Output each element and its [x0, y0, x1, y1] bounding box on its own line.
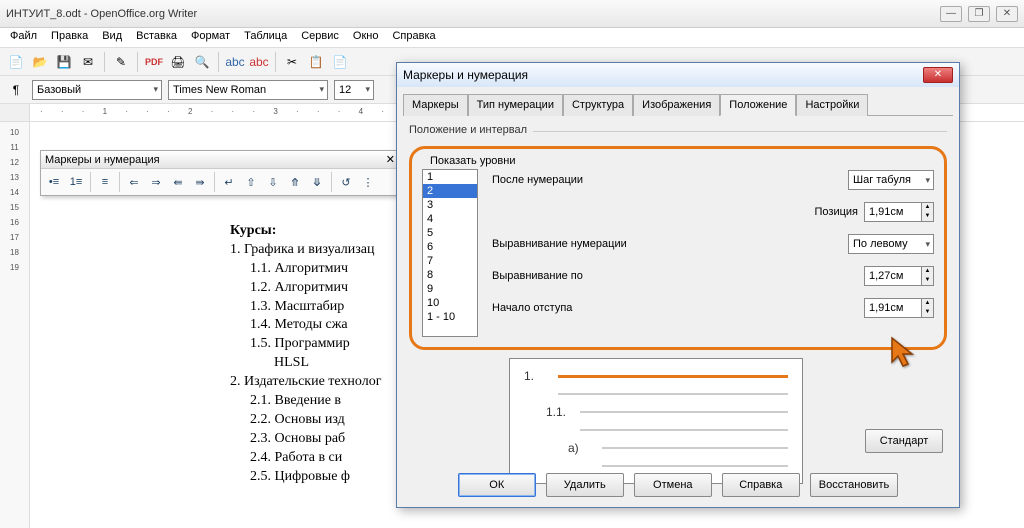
restore-button[interactable]: Восстановить [810, 473, 898, 497]
dialog-title: Маркеры и нумерация [403, 68, 923, 82]
nonum-icon[interactable]: ≡ [95, 172, 115, 192]
help-button[interactable]: Справка [722, 473, 800, 497]
menu-bar: Файл Правка Вид Вставка Формат Таблица С… [0, 28, 1024, 48]
tab-outline[interactable]: Структура [563, 94, 633, 116]
spin-up-icon[interactable]: ▲ [922, 267, 933, 276]
standard-button[interactable]: Стандарт [865, 429, 943, 453]
pdf-icon[interactable]: PDF [144, 52, 164, 72]
menu-tools[interactable]: Сервис [301, 30, 339, 45]
menu-insert[interactable]: Вставка [136, 30, 177, 45]
levels-label: Показать уровни [430, 155, 934, 167]
spin-up-icon[interactable]: ▲ [922, 203, 933, 212]
highlight-annotation: Показать уровни 1 2 3 4 5 6 7 8 9 10 1 -… [409, 146, 947, 350]
tab-bullets[interactable]: Маркеры [403, 94, 468, 116]
tab-numbering-type[interactable]: Тип нумерации [468, 94, 563, 116]
menu-window[interactable]: Окно [353, 30, 379, 45]
delete-button[interactable]: Удалить [546, 473, 624, 497]
edit-icon[interactable]: ✎ [111, 52, 131, 72]
maximize-button[interactable]: ❐ [968, 6, 990, 22]
move-down-icon[interactable]: ⇩ [263, 172, 283, 192]
tab-options[interactable]: Настройки [796, 94, 868, 116]
dialog-titlebar[interactable]: Маркеры и нумерация ✕ [397, 63, 959, 87]
menu-view[interactable]: Вид [102, 30, 122, 45]
sub-move-down-icon[interactable]: ⤋ [307, 172, 327, 192]
floating-list-toolbar[interactable]: Маркеры и нумерация ✕ •≡ 1≡ ≡ ⇐ ⇒ ⇚ ⇛ ↵ … [40, 150, 400, 196]
copy-icon[interactable]: 📋 [306, 52, 326, 72]
sub-arrow-left-icon[interactable]: ⇚ [168, 172, 188, 192]
mail-icon[interactable]: ✉ [78, 52, 98, 72]
spellcheck-icon[interactable]: abc [225, 52, 245, 72]
floating-toolbar-title: Маркеры и нумерация [45, 154, 386, 166]
spin-down-icon[interactable]: ▼ [922, 308, 933, 317]
spin-down-icon[interactable]: ▼ [922, 212, 933, 221]
levels-listbox[interactable]: 1 2 3 4 5 6 7 8 9 10 1 - 10 [422, 169, 478, 337]
spin-up-icon[interactable]: ▲ [922, 299, 933, 308]
styles-icon[interactable]: ¶ [6, 80, 26, 100]
bullets-dialog-icon[interactable]: ⋮ [358, 172, 378, 192]
cut-icon[interactable]: ✂ [282, 52, 302, 72]
close-button[interactable]: ✕ [996, 6, 1018, 22]
menu-table[interactable]: Таблица [244, 30, 287, 45]
menu-help[interactable]: Справка [392, 30, 435, 45]
document-text[interactable]: Курсы: 1. Графика и визуализац 1.1. Алго… [230, 222, 381, 486]
insert-unnum-icon[interactable]: ↵ [219, 172, 239, 192]
save-icon[interactable]: 💾 [54, 52, 74, 72]
dialog-close-button[interactable]: ✕ [923, 67, 953, 83]
minimize-button[interactable]: — [940, 6, 962, 22]
autospell-icon[interactable]: abc [249, 52, 269, 72]
indent-at-label: Начало отступа [492, 302, 864, 314]
font-size-combo[interactable]: 12 [334, 80, 374, 100]
bullets-icon[interactable]: •≡ [44, 172, 64, 192]
tab-graphics[interactable]: Изображения [633, 94, 720, 116]
print-icon[interactable]: 🖨 [168, 52, 188, 72]
vertical-ruler[interactable]: 10111213141516171819 [0, 122, 30, 528]
bullets-numbering-dialog: Маркеры и нумерация ✕ Маркеры Тип нумера… [396, 62, 960, 508]
new-icon[interactable]: 📄 [6, 52, 26, 72]
window-title: ИНТУИТ_8.odt - OpenOffice.org Writer [6, 8, 940, 20]
aligned-at-label: Выравнивание по [492, 270, 864, 282]
after-numbering-select[interactable]: Шаг табуля [848, 170, 934, 190]
paste-icon[interactable]: 📄 [330, 52, 350, 72]
lvl-arrow-right-icon[interactable]: ⇒ [146, 172, 166, 192]
open-icon[interactable]: 📂 [30, 52, 50, 72]
font-name-combo[interactable]: Times New Roman [168, 80, 328, 100]
tab-position[interactable]: Положение [720, 94, 796, 116]
dialog-button-row: ОК Удалить Отмена Справка Восстановить [397, 473, 959, 497]
numbering-alignment-select[interactable]: По левому [848, 234, 934, 254]
para-style-combo[interactable]: Базовый [32, 80, 162, 100]
dialog-tabs: Маркеры Тип нумерации Структура Изображе… [403, 93, 953, 116]
menu-file[interactable]: Файл [10, 30, 37, 45]
spin-down-icon[interactable]: ▼ [922, 276, 933, 285]
numbering-preview: 1. 1.1. a) [509, 358, 803, 484]
restart-num-icon[interactable]: ↺ [336, 172, 356, 192]
numbering-icon[interactable]: 1≡ [66, 172, 86, 192]
move-up-icon[interactable]: ⇧ [241, 172, 261, 192]
menu-format[interactable]: Формат [191, 30, 230, 45]
window-titlebar: ИНТУИТ_8.odt - OpenOffice.org Writer — ❐… [0, 0, 1024, 28]
menu-edit[interactable]: Правка [51, 30, 88, 45]
cancel-button[interactable]: Отмена [634, 473, 712, 497]
sub-arrow-right-icon[interactable]: ⇛ [190, 172, 210, 192]
preview-icon[interactable]: 🔍 [192, 52, 212, 72]
lvl-arrow-left-icon[interactable]: ⇐ [124, 172, 144, 192]
sub-move-up-icon[interactable]: ⤊ [285, 172, 305, 192]
ok-button[interactable]: ОК [458, 473, 536, 497]
aligned-at-spinner[interactable]: 1,27см▲▼ [864, 266, 934, 286]
indent-at-spinner[interactable]: 1,91см▲▼ [864, 298, 934, 318]
position-group-label: Положение и интервал [409, 124, 527, 136]
position-label: Позиция [815, 206, 859, 218]
floating-toolbar-close-icon[interactable]: ✕ [386, 153, 395, 166]
after-numbering-label: После нумерации [492, 174, 848, 186]
position-panel: Положение и интервал Показать уровни 1 2… [397, 116, 959, 492]
position-spinner[interactable]: 1,91см▲▼ [864, 202, 934, 222]
numbering-alignment-label: Выравнивание нумерации [492, 238, 848, 250]
